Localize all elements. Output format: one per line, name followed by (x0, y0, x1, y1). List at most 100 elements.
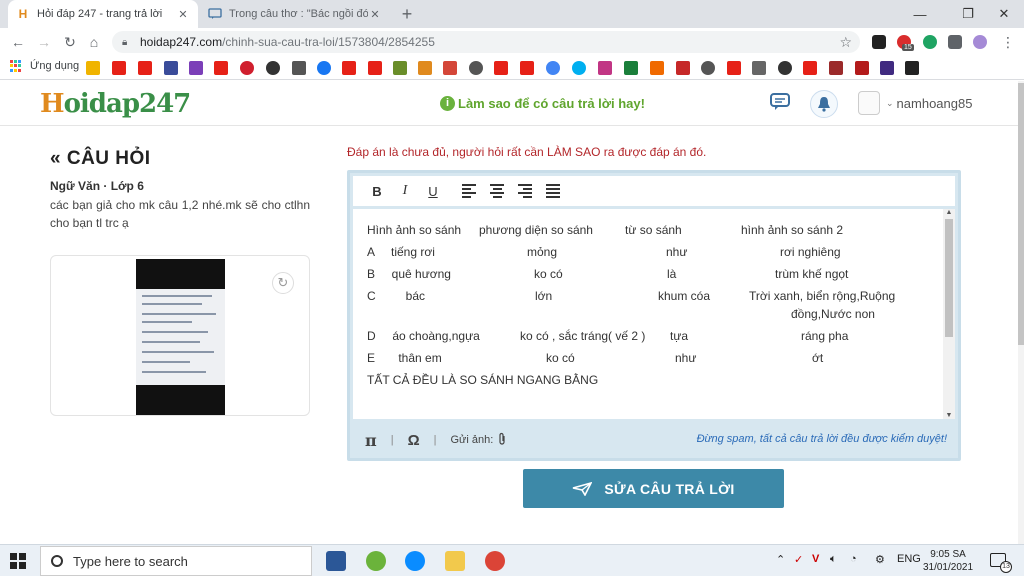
question-body: các bạn giả cho mk câu 1,2 nhé.mk sẽ cho… (50, 198, 310, 230)
bookmark-youtube-icon[interactable] (112, 61, 126, 75)
bookmark-twitch-icon[interactable] (189, 61, 203, 75)
bookmark-l-icon[interactable] (624, 61, 638, 75)
bold-button[interactable]: B (363, 179, 391, 203)
bookmark-gmail-icon[interactable] (443, 61, 457, 75)
math-pi-icon[interactable]: π (365, 431, 377, 450)
bookmark-youtube-icon[interactable] (368, 61, 382, 75)
send-plane-icon (573, 481, 593, 496)
bookmark-icon[interactable] (880, 61, 894, 75)
tab-close-icon[interactable]: ✕ (176, 8, 190, 21)
bookmark-icon[interactable] (778, 61, 792, 75)
tray-app-icon[interactable]: ✓ (794, 553, 803, 566)
menu-kebab-icon[interactable]: ⋮ (998, 32, 1018, 52)
zalo-icon[interactable] (405, 551, 425, 571)
tray-chevron-up-icon[interactable]: ⌃ (776, 553, 785, 566)
extensions-puzzle-icon[interactable] (948, 35, 962, 49)
align-center-icon[interactable] (483, 179, 511, 203)
bookmark-youtube-icon[interactable] (494, 61, 508, 75)
scroll-down-icon[interactable]: ▼ (943, 412, 955, 419)
bookmark-apps[interactable]: Ứng dụng (10, 60, 79, 72)
extension-icon[interactable] (872, 35, 886, 49)
bookmark-facebook-icon[interactable] (317, 61, 331, 75)
taskbar-search-input[interactable]: Type here to search (40, 546, 312, 576)
tab-trong-cau-tho[interactable]: Trong câu thơ : "Bác ngồi đó lớn ✕ (200, 0, 390, 28)
bookmark-globe-icon[interactable] (701, 61, 715, 75)
rotate-icon[interactable]: ↻ (272, 272, 294, 294)
user-menu[interactable]: ⌄ namhoang85 (858, 91, 972, 115)
bookmark-icon[interactable] (676, 61, 690, 75)
network-icon[interactable]: ◔ (850, 553, 857, 565)
clock[interactable]: 9:05 SA 31/01/2021 (918, 548, 978, 574)
bookmark-icon[interactable] (266, 61, 280, 75)
align-right-icon[interactable] (511, 179, 539, 203)
align-left-icon[interactable] (455, 179, 483, 203)
question-title[interactable]: « CÂU HỎI (50, 148, 151, 170)
forward-icon[interactable]: → (34, 32, 54, 52)
windows-start-icon[interactable] (10, 553, 26, 569)
tray-v-icon[interactable]: V (812, 553, 819, 565)
extension-badge: 15 (902, 44, 914, 51)
bookmark-instagram-icon[interactable] (598, 61, 612, 75)
reload-icon[interactable]: ↻ (60, 32, 80, 52)
bookmark-youtube-icon[interactable] (727, 61, 741, 75)
answer-textarea[interactable]: Hình ảnh so sánh phương diện so sánh từ … (353, 209, 955, 419)
tray-misc-icon[interactable]: ⚙ (875, 553, 885, 566)
bookmark-youtube-icon[interactable] (342, 61, 356, 75)
bookmark-icon[interactable] (829, 61, 843, 75)
hoidap247-logo[interactable]: Hoidap247 (40, 89, 191, 119)
bookmark-icon[interactable] (855, 61, 869, 75)
update-answer-button[interactable]: SỬA CÂU TRẢ LỜI (523, 469, 784, 508)
address-bar[interactable]: 🔒︎ hoidap247.com/chinh-sua-cau-tra-loi/1… (112, 31, 860, 53)
app-green-icon[interactable] (366, 551, 386, 571)
bookmark-hoidap-icon[interactable] (418, 61, 432, 75)
attach-image-label[interactable]: Gửi ảnh: (450, 434, 493, 446)
tip-link[interactable]: i Làm sao để có câu trả lời hay! (440, 96, 645, 111)
chrome-icon[interactable] (485, 551, 505, 571)
special-char-omega-icon[interactable]: Ω (408, 432, 420, 449)
minimize-icon[interactable]: — (900, 0, 940, 28)
scroll-up-icon[interactable]: ▲ (943, 209, 955, 216)
bookmark-youtube-icon[interactable] (214, 61, 228, 75)
bookmark-youtube-icon[interactable] (803, 61, 817, 75)
paperclip-icon[interactable] (497, 432, 507, 449)
scroll-thumb[interactable] (945, 219, 953, 337)
bookmark-icon[interactable] (292, 61, 306, 75)
answer-cell: trùm khế ngọt (775, 267, 849, 281)
answer-cell: hình ảnh so sánh 2 (741, 223, 844, 237)
bookmark-icon[interactable] (650, 61, 664, 75)
bookmark-n-icon[interactable] (86, 61, 100, 75)
editor-scrollbar[interactable]: ▲ ▼ (943, 209, 955, 419)
home-icon[interactable]: ⌂ (84, 32, 104, 52)
bookmark-n-blue-icon[interactable] (164, 61, 178, 75)
close-window-icon[interactable]: ✕ (984, 0, 1024, 28)
chat-icon[interactable] (770, 92, 792, 112)
bookmark-pinterest-icon[interactable] (240, 61, 254, 75)
file-explorer-icon[interactable] (445, 551, 465, 571)
bookmark-icon[interactable] (752, 61, 766, 75)
volume-icon[interactable]: 🔈︎ (830, 553, 837, 566)
bookmark-icon[interactable] (905, 61, 919, 75)
bell-icon[interactable] (810, 90, 838, 118)
italic-button[interactable]: I (391, 179, 419, 203)
restore-icon[interactable]: ❐ (948, 0, 988, 28)
question-image[interactable] (136, 259, 225, 415)
profile-avatar-icon[interactable] (973, 35, 987, 49)
bookmark-youtube-icon[interactable] (520, 61, 534, 75)
tab-hoidap[interactable]: H Hỏi đáp 247 - trang trả lời ✕ (8, 0, 198, 28)
bookmark-icon[interactable] (393, 61, 407, 75)
extension-green-icon[interactable] (923, 35, 937, 49)
back-icon[interactable]: ← (8, 32, 28, 52)
tab-close-icon[interactable]: ✕ (368, 8, 382, 21)
bookmark-skype-icon[interactable] (572, 61, 586, 75)
word-icon[interactable] (326, 551, 346, 571)
page-scrollbar[interactable] (1018, 81, 1024, 544)
notification-icon[interactable]: 13 (990, 553, 1012, 573)
bookmark-star-icon[interactable]: ☆ (839, 34, 852, 51)
bookmark-globe-icon[interactable] (469, 61, 483, 75)
align-justify-icon[interactable] (539, 179, 567, 203)
bookmark-youtube-icon[interactable] (138, 61, 152, 75)
bookmark-google-icon[interactable] (546, 61, 560, 75)
page-scroll-thumb[interactable] (1018, 83, 1024, 345)
underline-button[interactable]: U (419, 179, 447, 203)
new-tab-button[interactable]: + (397, 4, 417, 24)
